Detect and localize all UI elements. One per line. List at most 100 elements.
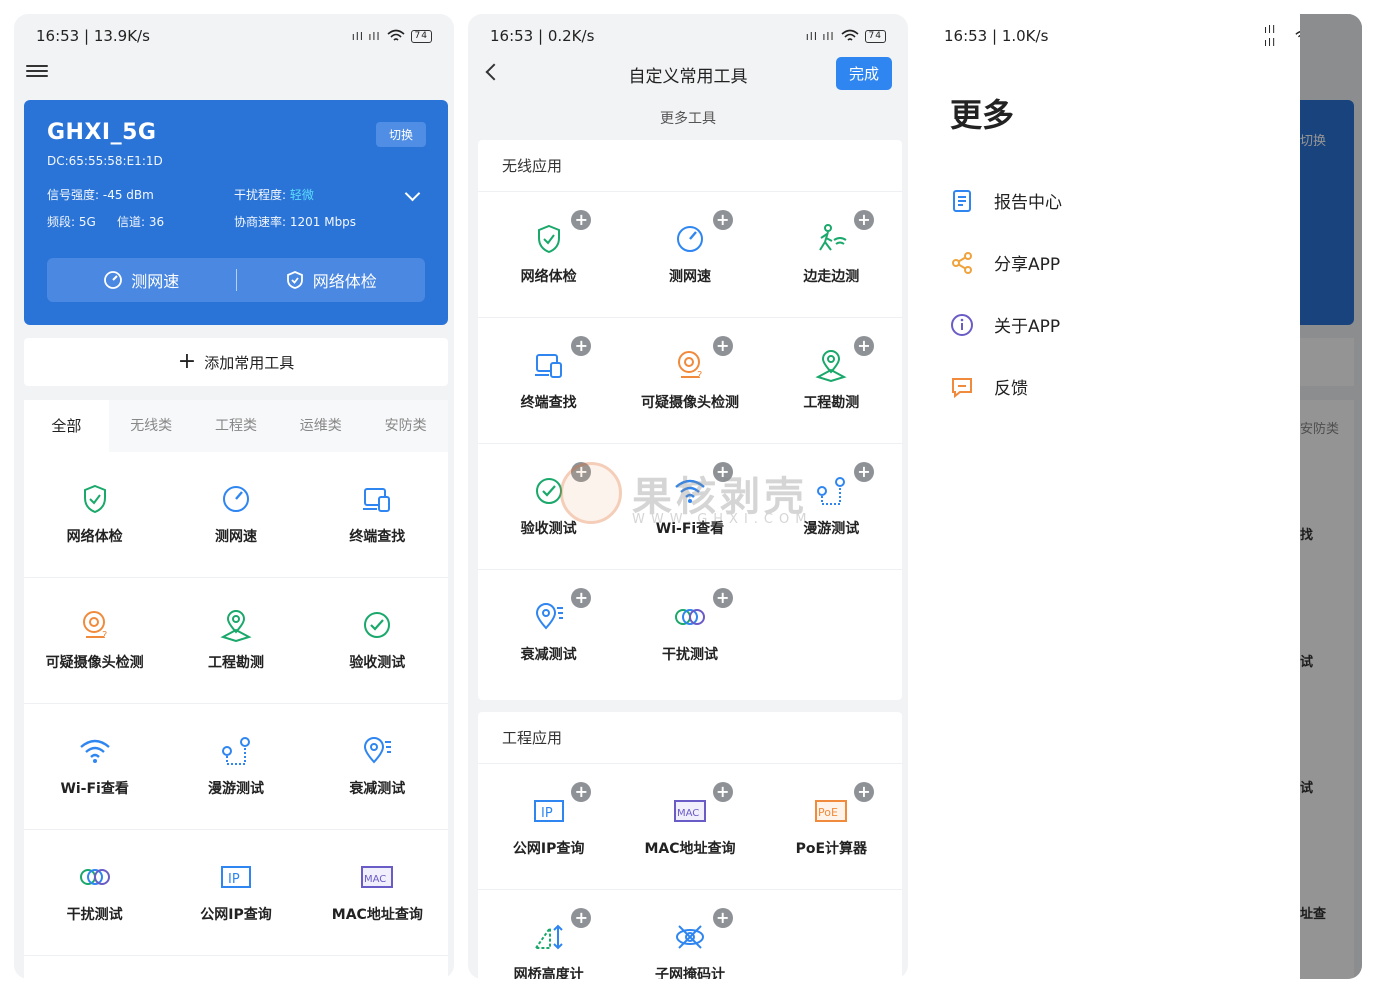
- section-subtitle: 更多工具: [660, 111, 716, 127]
- done-button[interactable]: 完成: [835, 57, 892, 90]
- tool-network-checkup[interactable]: 网络体检: [24, 452, 166, 578]
- location-pin-icon: [815, 350, 847, 382]
- add-icon[interactable]: +: [712, 588, 733, 608]
- tool-bridge-height[interactable]: + 网桥高度计: [478, 890, 619, 979]
- tool-mac-lookup[interactable]: MAC MAC地址查询: [306, 830, 448, 956]
- menu-item-report-center[interactable]: 报告中心: [950, 188, 1062, 213]
- section-header: 无线应用: [478, 140, 902, 192]
- tool-speedtest[interactable]: 测网速: [165, 452, 307, 578]
- link-rate: 协商速率: 1201 Mbps: [234, 215, 357, 229]
- interference-value: 轻微: [289, 188, 314, 202]
- mac-icon: MAC: [673, 800, 706, 822]
- speedometer-icon: [104, 271, 123, 289]
- main-screen: 16:53 | 13.9K/s ıll ıll 74 GHXI_5G DC:65…: [14, 14, 454, 979]
- menu-item-share-app[interactable]: 分享APP: [950, 250, 1060, 275]
- wifi-action-bar: 测网速 网络体检: [47, 258, 425, 302]
- tab-wireless[interactable]: 无线类: [109, 400, 194, 452]
- band: 频段: 5G: [47, 215, 96, 229]
- poe-icon: PoE: [815, 800, 848, 822]
- tool-public-ip[interactable]: IP 公网IP查询: [165, 830, 307, 956]
- svg-text:?: ?: [102, 630, 107, 641]
- scrim-overlay[interactable]: 切换 安防类 找 试 试 址查: [1300, 14, 1362, 979]
- tool-grid: 网络体检 测网速 终端查找 ? 可疑摄像头检测 工程勘测 验收测试 Wi-Fi查…: [24, 452, 448, 956]
- subnet-icon: [675, 925, 704, 949]
- tool-attenuation-test[interactable]: 衰减测试: [306, 704, 448, 830]
- menu-icon[interactable]: [26, 62, 48, 80]
- interference-label: 干扰程度:: [234, 188, 287, 202]
- tool-box: 全部 无线类 工程类 运维类 安防类 网络体检 测网速 终端查找 ? 可疑摄像头…: [24, 400, 448, 979]
- expand-chevron-icon[interactable]: [404, 185, 421, 202]
- signal-icon: ıll ıll: [805, 29, 835, 43]
- add-icon[interactable]: +: [571, 210, 592, 230]
- report-icon: [953, 189, 971, 212]
- speedometer-icon: [676, 226, 703, 252]
- tab-engineering[interactable]: 工程类: [194, 400, 279, 452]
- svg-text:IP: IP: [541, 806, 553, 821]
- add-icon[interactable]: +: [712, 210, 733, 230]
- add-icon[interactable]: +: [571, 588, 592, 608]
- tool-camera-detect[interactable]: + ? 可疑摄像头检测: [619, 318, 761, 444]
- tool-acceptance-test[interactable]: 验收测试: [306, 578, 448, 704]
- add-icon[interactable]: +: [853, 210, 874, 230]
- speedometer-icon: [222, 486, 249, 512]
- tool-public-ip[interactable]: + IP 公网IP查询: [478, 764, 620, 890]
- plus-icon: +: [177, 349, 197, 374]
- add-icon[interactable]: +: [712, 336, 733, 356]
- camera-icon: ?: [677, 351, 702, 381]
- more-drawer-screen: 16:53 | 1.0K/s ıll ıll 74 更多 报告中心 分享APP …: [922, 14, 1362, 979]
- add-icon[interactable]: +: [712, 782, 733, 802]
- add-icon[interactable]: +: [853, 462, 874, 482]
- tool-device-finder[interactable]: + 终端查找: [478, 318, 620, 444]
- tab-security[interactable]: 安防类: [363, 400, 448, 452]
- speedtest-button[interactable]: 测网速: [47, 268, 236, 292]
- tool-attenuation-test[interactable]: + 衰减测试: [478, 570, 619, 696]
- tab-ops[interactable]: 运维类: [278, 400, 363, 452]
- svg-text:IP: IP: [228, 872, 240, 887]
- tool-camera-detect[interactable]: ? 可疑摄像头检测: [24, 578, 166, 704]
- svg-text:?: ?: [697, 370, 702, 381]
- shield-check-icon: [537, 224, 560, 254]
- menu-item-about-app[interactable]: 关于APP: [950, 312, 1060, 337]
- category-tabs: 全部 无线类 工程类 运维类 安防类: [24, 400, 448, 452]
- tool-interference-test[interactable]: 干扰测试: [24, 830, 166, 956]
- add-icon[interactable]: +: [571, 908, 592, 928]
- tool-device-finder[interactable]: 终端查找: [306, 452, 448, 578]
- mac-icon: MAC: [361, 866, 394, 888]
- tool-poe-calculator[interactable]: + PoE PoE计算器: [760, 764, 902, 890]
- wifi-status-icon: [841, 29, 859, 41]
- tool-roaming-test[interactable]: 漫游测试: [165, 704, 307, 830]
- menu-item-feedback[interactable]: 反馈: [950, 374, 1028, 399]
- tool-site-survey[interactable]: 工程勘测: [165, 578, 307, 704]
- tab-all[interactable]: 全部: [24, 400, 109, 452]
- camera-icon: ?: [82, 611, 107, 641]
- tool-wifi-view[interactable]: Wi-Fi查看: [24, 704, 166, 830]
- tool-subnet-calculator[interactable]: + 子网掩码计: [619, 890, 760, 979]
- wireless-apps-section: 无线应用 + 网络体检 + 测网速 + 边走边测 + 终端查找 + ? 可疑摄像…: [478, 140, 902, 700]
- add-icon[interactable]: +: [853, 782, 874, 802]
- status-bar: 16:53 | 13.9K/s ıll ıll 74: [14, 14, 454, 58]
- tool-site-survey[interactable]: + 工程勘测: [760, 318, 902, 444]
- shield-check-icon: [286, 271, 303, 289]
- status-bar: 16:53 | 0.2K/s ıll ıll 74: [468, 14, 908, 58]
- tool-speedtest[interactable]: + 测网速: [619, 192, 761, 318]
- info-icon: [951, 313, 973, 336]
- interference-icon: [79, 869, 110, 885]
- add-common-tool-button[interactable]: + 添加常用工具: [24, 338, 448, 386]
- shield-check-icon: [83, 484, 106, 514]
- engineering-apps-section: 工程应用 + IP 公网IP查询 + MAC MAC地址查询 + PoE PoE…: [478, 712, 902, 979]
- check-circle-icon: [364, 612, 391, 638]
- tool-network-checkup[interactable]: + 网络体检: [478, 192, 620, 318]
- tool-interference-test[interactable]: + 干扰测试: [619, 570, 760, 696]
- add-icon[interactable]: +: [571, 782, 592, 802]
- add-icon[interactable]: +: [853, 336, 874, 356]
- roaming-icon: [817, 477, 846, 505]
- network-checkup-button[interactable]: 网络体检: [237, 268, 426, 292]
- tool-walk-test[interactable]: + 边走边测: [760, 192, 902, 318]
- roaming-icon: [221, 737, 250, 765]
- tool-mac-lookup[interactable]: + MAC MAC地址查询: [619, 764, 761, 890]
- add-icon[interactable]: +: [712, 908, 733, 928]
- status-time: 16:53 | 13.9K/s: [36, 27, 150, 45]
- bridge-height-icon: [533, 924, 563, 950]
- add-icon[interactable]: +: [571, 336, 592, 356]
- switch-network-button[interactable]: 切换: [375, 122, 426, 147]
